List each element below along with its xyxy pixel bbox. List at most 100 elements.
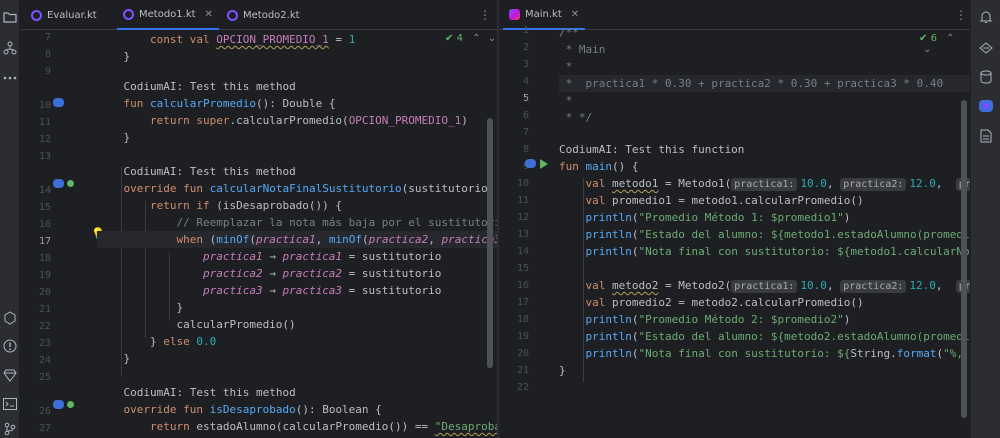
constant-value: 1 (348, 33, 356, 46)
line-number: 13 (516, 229, 529, 240)
code-line-current: when (minOf(practica1, minOf(practica2, … (97, 231, 497, 248)
code-line: calcularPromedio() (97, 318, 296, 331)
services-icon[interactable] (2, 310, 18, 326)
code-line: CodiumAI: Test this method (97, 163, 497, 180)
line-number: 10 (516, 178, 529, 189)
code-line: practica3 → practica3 = sustitutorio (202, 284, 442, 297)
line-number: 18 (38, 253, 51, 264)
override-icon[interactable] (525, 159, 536, 168)
codium-lens[interactable]: CodiumAI: Test this method (124, 165, 296, 178)
gem-icon[interactable] (2, 367, 18, 383)
line-number: 4 (522, 76, 529, 87)
git-icon[interactable] (2, 421, 18, 437)
code-line: override fun calcularNotaFinalSustitutor… (123, 182, 495, 195)
code-line: * (559, 94, 573, 107)
database-icon[interactable] (978, 69, 994, 85)
codium-lens[interactable]: CodiumAI: Test this method (124, 386, 296, 399)
problems-icon[interactable] (2, 338, 18, 354)
line-number: 8 (44, 49, 51, 60)
line-number: 7 (44, 32, 51, 43)
more-icon[interactable] (2, 70, 18, 86)
line-number: 6 (522, 110, 529, 121)
line-number: 25 (38, 372, 51, 383)
tab-metodo2[interactable]: Metodo2.kt (221, 0, 306, 30)
line-number: 22 (38, 321, 51, 332)
line-number: 20 (38, 287, 51, 298)
tab-label: Metodo1.kt (139, 8, 196, 20)
codium-lens[interactable]: CodiumAI: Test this function (559, 143, 744, 156)
ai-assistant-icon[interactable] (978, 40, 994, 56)
line-number: 11 (38, 117, 51, 128)
override-icon[interactable] (53, 400, 64, 409)
terminal-icon[interactable] (2, 396, 18, 412)
code-line-current: * practica1 * 0.30 + practica2 * 0.30 + … (559, 75, 970, 92)
document-icon[interactable] (978, 128, 994, 144)
code-line: CodiumAI: Test this method (97, 384, 497, 401)
line-number: 24 (38, 355, 51, 366)
override-icon[interactable] (53, 179, 64, 188)
code-line: val metodo2 = Metodo2(practica1: 10.0, pr… (559, 277, 970, 294)
code-line: val metodo1 = Metodo1(practica1: 10.0, pr… (559, 175, 970, 192)
code-line: * Main (559, 43, 606, 56)
notifications-icon[interactable] (978, 9, 994, 25)
scrollbar[interactable] (487, 118, 493, 368)
line-number: 15 (38, 202, 51, 213)
line-number: 5 (522, 93, 529, 104)
tab-more-icon[interactable]: ⋮ (479, 8, 491, 22)
codium-lens[interactable]: CodiumAI: Test this method (124, 80, 296, 93)
folder-icon[interactable] (2, 9, 18, 25)
code-line: println("Nota final con sustitutorio: ${… (585, 245, 971, 258)
code-line: println("Promedio Método 1: $promedio1") (585, 211, 851, 224)
tab-evaluar[interactable]: Evaluar.kt (25, 0, 103, 30)
tab-label: Evaluar.kt (47, 9, 97, 21)
structure-icon[interactable] (2, 40, 18, 56)
line-number: 14 (516, 246, 529, 257)
tab-metodo1[interactable]: Metodo1.kt ✕ (117, 0, 219, 30)
close-icon[interactable]: ✕ (205, 9, 213, 20)
scrollbar[interactable] (961, 100, 967, 418)
kotlin-file-icon (227, 9, 238, 21)
implements-icon[interactable] (67, 180, 74, 187)
line-number: 21 (38, 304, 51, 315)
override-icon[interactable] (53, 98, 64, 107)
kotlin-file-icon (509, 8, 520, 20)
code-line: fun calcularPromedio(): Double { (123, 97, 336, 110)
left-tool-window-bar (0, 0, 20, 438)
kotlin-file-icon (31, 9, 42, 21)
code-line: CodiumAI: Test this method (97, 78, 497, 95)
line-number: 3 (522, 59, 529, 70)
line-number: 10 (38, 100, 51, 111)
line-number: 16 (38, 219, 51, 230)
line-number: 23 (38, 338, 51, 349)
code-line: println("Nota final con sustitutorio: ${… (585, 347, 971, 360)
line-number: 17 (516, 297, 529, 308)
param-hint: practica1: (731, 280, 798, 293)
code-line: } (97, 301, 184, 314)
implements-icon[interactable] (67, 401, 74, 408)
param-hint: practica1: (731, 178, 798, 191)
run-icon[interactable] (540, 159, 548, 169)
left-tab-bar: Evaluar.kt Metodo1.kt ✕ Metodo2.kt ⋮ (21, 0, 497, 30)
codium-icon[interactable] (978, 98, 994, 114)
line-number: 9 (44, 66, 51, 77)
code-line: } else 0.0 (97, 335, 217, 348)
code-line: } (97, 50, 131, 63)
code-line: /** (559, 26, 579, 39)
code-line: val promedio1 = metodo1.calcularPromedio… (585, 194, 864, 207)
tab-label: Main.kt (525, 8, 562, 20)
close-icon[interactable]: ✕ (571, 9, 579, 20)
line-number: 22 (516, 382, 529, 393)
code-line: * (559, 60, 573, 73)
right-editor-pane: Main.kt ✕ ⋮ ✔ 6 ⌃ ⌄ 1 2 3 4 5 6 7 8 9 10… (499, 0, 970, 438)
line-number: 1 (522, 25, 529, 36)
right-code-area[interactable]: /** * Main * * practica1 * 0.30 + practi… (559, 26, 971, 438)
line-number: 19 (516, 331, 529, 342)
code-line: println("Estado del alumno: ${metodo1.es… (585, 228, 971, 241)
code-line: // Reemplazar la nota más baja por el su… (97, 214, 497, 231)
left-code-area[interactable]: const val OPCION_PROMEDIO_1 = 1 } Codium… (97, 31, 497, 438)
tab-label: Metodo2.kt (243, 9, 300, 21)
line-number: 21 (516, 365, 529, 376)
tab-more-icon[interactable]: ⋮ (955, 8, 967, 22)
code-line: CodiumAI: Test this function (559, 141, 970, 158)
right-tool-window-bar (970, 0, 1000, 438)
